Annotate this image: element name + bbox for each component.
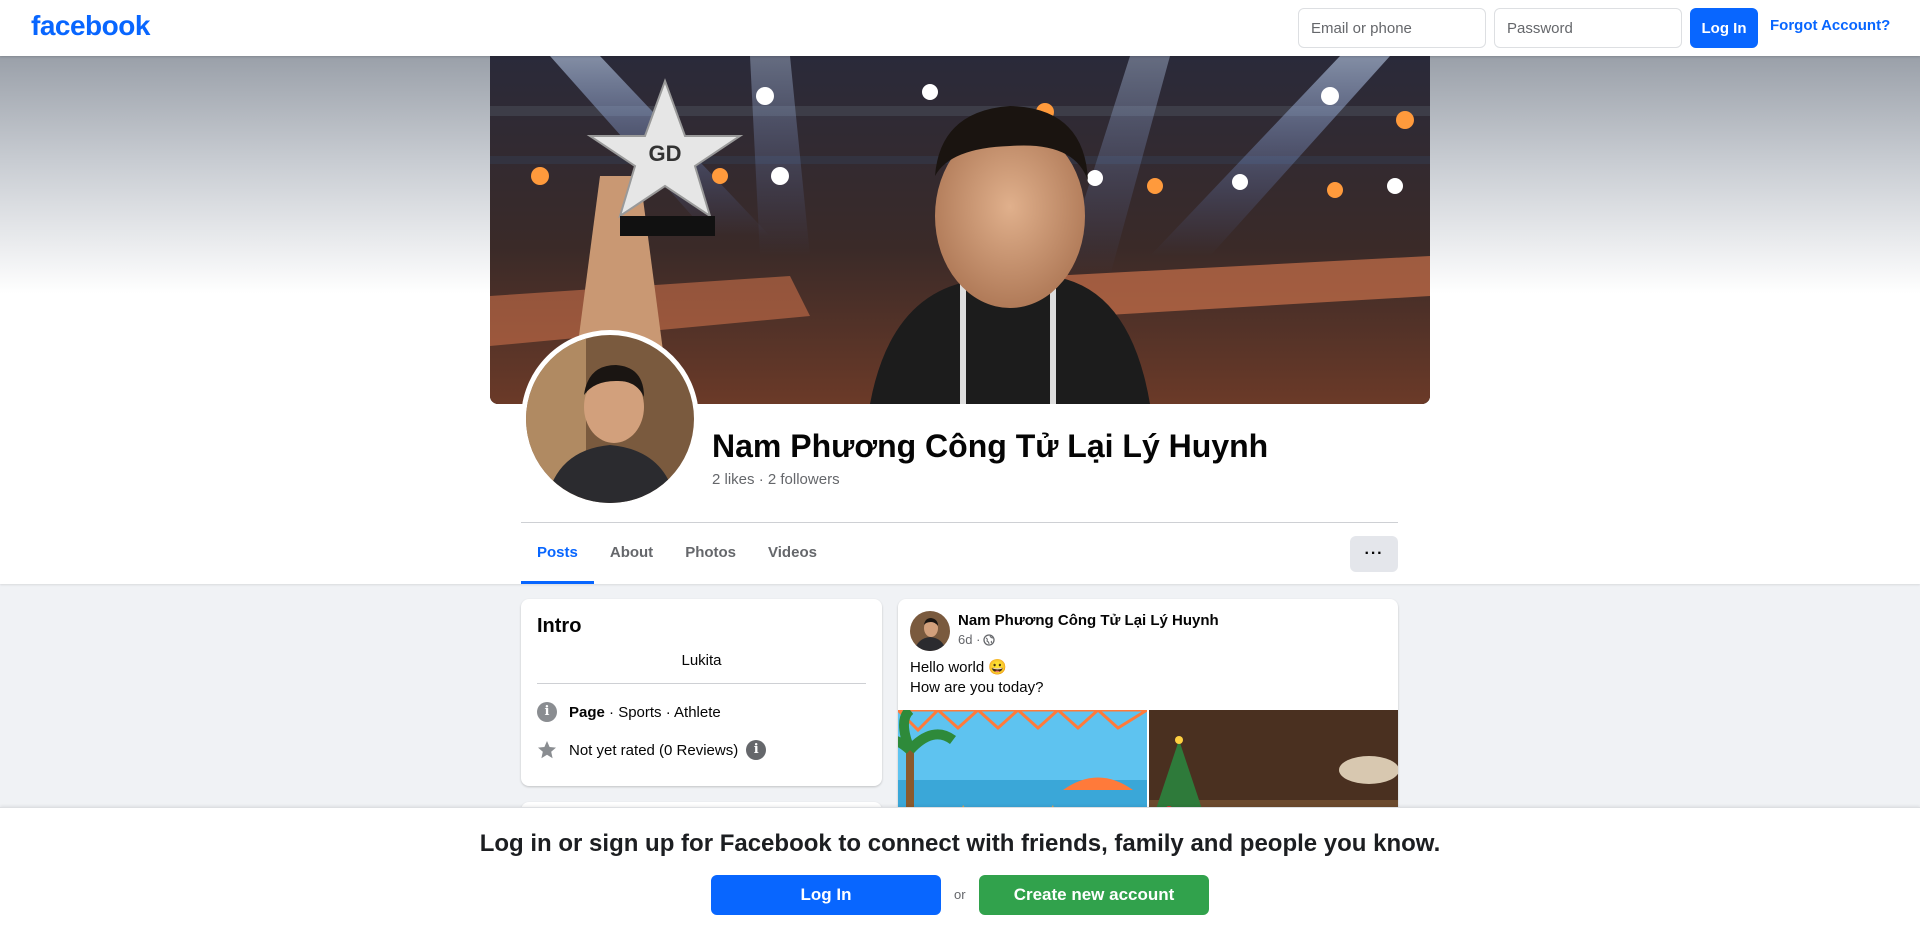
rating-info-icon[interactable]: i (746, 740, 767, 760)
category-row: i Page · Sports · Athlete (537, 702, 866, 722)
email-input[interactable] (1298, 8, 1486, 48)
profile-avatar[interactable] (521, 330, 699, 508)
svg-text:GD: GD (649, 141, 682, 166)
header-divider (521, 522, 1398, 523)
facebook-logo[interactable]: facebook (31, 10, 150, 42)
post-meta: 6d · (958, 632, 1219, 647)
post-text: Hello world 😀 How are you today? (910, 658, 1043, 698)
followers-link[interactable]: 2 followers (768, 471, 840, 488)
star-icon (537, 740, 557, 760)
banner-or-text: or (954, 887, 966, 902)
page-stats: 2 likes · 2 followers (712, 471, 840, 488)
profile-tabs: Posts About Photos Videos (521, 524, 833, 584)
tab-photos[interactable]: Photos (669, 524, 752, 584)
password-input[interactable] (1494, 8, 1682, 48)
forgot-account-link[interactable]: Forgot Account? (1770, 17, 1890, 34)
banner-headline: Log in or sign up for Facebook to connec… (479, 830, 1441, 857)
category-text: · Sports · Athlete (604, 703, 721, 721)
avatar-image (526, 335, 694, 503)
tab-posts[interactable]: Posts (521, 524, 594, 584)
intro-bio: Lukita (537, 652, 866, 684)
globe-icon (983, 633, 996, 646)
more-options-button[interactable]: ··· (1350, 536, 1398, 572)
tab-about[interactable]: About (594, 524, 669, 584)
header-login-button[interactable]: Log In (1690, 8, 1758, 48)
info-icon: i (537, 702, 557, 722)
post-header: Nam Phương Công Tử Lại Lý Huynh 6d · (910, 611, 1219, 651)
login-banner: Log in or sign up for Facebook to connec… (0, 807, 1920, 941)
top-bar: facebook Log In Forgot Account? (0, 0, 1920, 56)
rating-text: Not yet rated (0 Reviews) (569, 741, 739, 759)
post-avatar[interactable] (910, 611, 950, 651)
likes-link[interactable]: 2 likes (712, 471, 755, 488)
stats-separator: · (758, 471, 764, 488)
post-time[interactable]: 6d · (958, 632, 980, 647)
tab-videos[interactable]: Videos (752, 524, 833, 584)
create-account-button[interactable]: Create new account (979, 875, 1209, 915)
rating-row: Not yet rated (0 Reviews) i (537, 740, 866, 760)
page-title: Nam Phương Công Tử Lại Lý Huynh (712, 428, 1269, 464)
post-line-2: How are you today? (910, 679, 1044, 696)
banner-login-button[interactable]: Log In (711, 875, 941, 915)
post-line-1: Hello world 😀 (910, 659, 1008, 676)
post-author[interactable]: Nam Phương Công Tử Lại Lý Huynh (958, 612, 1219, 629)
intro-title: Intro (537, 615, 582, 637)
intro-card: Intro Lukita i Page · Sports · Athlete N… (521, 599, 882, 786)
category-page-label: Page (569, 703, 605, 721)
